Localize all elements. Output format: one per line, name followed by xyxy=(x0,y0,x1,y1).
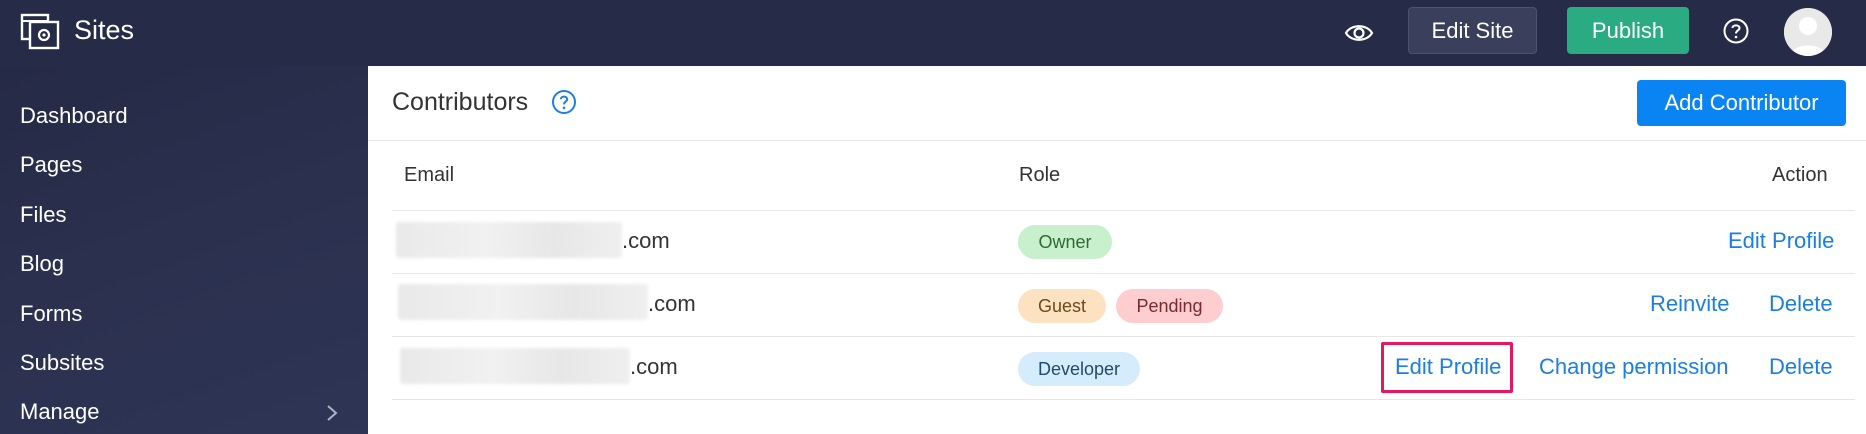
page-title: Contributors xyxy=(392,88,529,116)
email-suffix: .com xyxy=(648,291,696,316)
blurred-email xyxy=(398,284,648,320)
divider xyxy=(392,273,1855,274)
role-badge-guest: Guest xyxy=(1018,289,1106,323)
eye-icon[interactable] xyxy=(1344,18,1374,48)
blurred-email xyxy=(400,348,630,384)
role-badge-owner: Owner xyxy=(1018,225,1112,259)
divider xyxy=(368,140,1866,141)
sidebar-item-pages[interactable]: Pages xyxy=(20,152,82,178)
edit-site-button[interactable]: Edit Site xyxy=(1408,7,1537,54)
delete-link[interactable]: Delete xyxy=(1769,354,1833,380)
divider xyxy=(392,210,1855,211)
help-icon[interactable] xyxy=(551,89,577,115)
delete-link[interactable]: Delete xyxy=(1769,291,1833,317)
sidebar-item-manage[interactable]: Manage xyxy=(20,399,100,425)
role-badge-developer: Developer xyxy=(1018,352,1140,386)
change-permission-link[interactable]: Change permission xyxy=(1539,354,1729,380)
status-badge-pending: Pending xyxy=(1116,289,1223,323)
column-header-role: Role xyxy=(1019,164,1061,186)
chevron-right-icon[interactable] xyxy=(325,403,339,423)
blurred-email xyxy=(396,222,622,258)
sidebar-item-forms[interactable]: Forms xyxy=(20,301,82,327)
email-suffix: .com xyxy=(630,354,678,379)
sidebar-item-dashboard[interactable]: Dashboard xyxy=(20,103,128,129)
email-suffix: .com xyxy=(622,228,670,253)
add-contributor-button[interactable]: Add Contributor xyxy=(1637,80,1846,126)
publish-button[interactable]: Publish xyxy=(1567,7,1689,54)
help-icon[interactable] xyxy=(1722,17,1750,45)
sites-logo-icon xyxy=(20,13,60,50)
sidebar-item-blog[interactable]: Blog xyxy=(20,251,64,277)
reinvite-link[interactable]: Reinvite xyxy=(1650,291,1729,317)
divider xyxy=(392,399,1855,400)
sidebar-item-files[interactable]: Files xyxy=(20,202,66,228)
edit-profile-link[interactable]: Edit Profile xyxy=(1395,354,1501,380)
sidebar-item-subsites[interactable]: Subsites xyxy=(20,350,104,376)
avatar[interactable] xyxy=(1784,8,1832,56)
column-header-action: Action xyxy=(1772,164,1828,186)
user-silhouette-icon xyxy=(1784,8,1832,56)
edit-profile-link[interactable]: Edit Profile xyxy=(1728,228,1834,254)
app-title: Sites xyxy=(74,15,135,45)
column-header-email: Email xyxy=(404,164,455,186)
divider xyxy=(392,336,1855,337)
